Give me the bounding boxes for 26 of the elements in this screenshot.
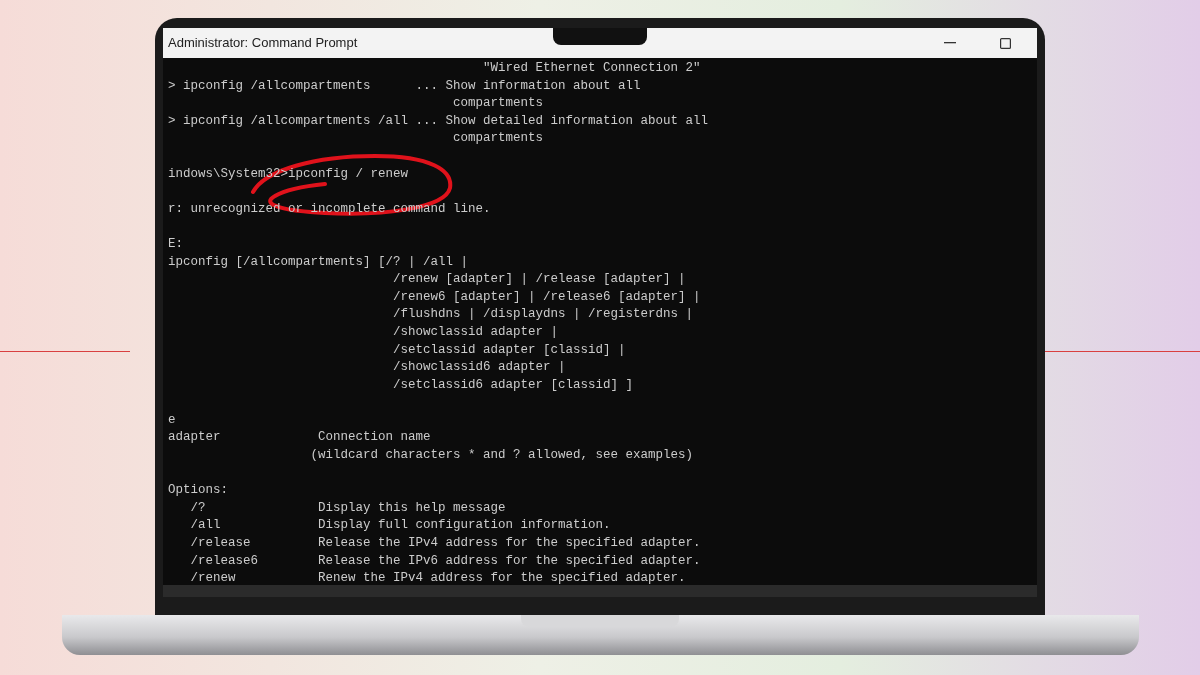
terminal-line: /showclassid adapter | — [392, 323, 559, 341]
terminal-line: compartments — [452, 95, 544, 113]
terminal-line: "Wired Ethernet Connection 2" — [482, 60, 701, 77]
minimize-icon[interactable] — [944, 42, 956, 44]
terminal-line: > ipconfig /allcompartments /all ... Show detailed information about all — [168, 112, 709, 130]
terminal-line: /showclassid6 adapter | — [392, 359, 566, 377]
terminal-line: e — [168, 411, 176, 429]
terminal-line: (wildcard characters * and ? allowed, see examples) — [309, 447, 694, 465]
terminal-line: /release Release the IPv4 address for the specified adapter. — [189, 535, 701, 553]
terminal-line: adapter Connection name — [168, 429, 431, 447]
terminal-line: /renew6 [adapter] | /release6 [adapter] | — [392, 288, 701, 306]
terminal-line: compartments — [452, 130, 544, 148]
maximize-icon[interactable] — [1000, 37, 1011, 49]
terminal-line: /? Display this help message — [189, 499, 506, 517]
terminal-line: /renew Renew the IPv4 address for the specified adapter. — [189, 570, 686, 588]
terminal-line: /setclassid6 adapter [classid] ] — [392, 376, 634, 394]
terminal-line: ipconfig [/allcompartments] [/? | /all | — [168, 253, 469, 271]
terminal-line: /all Display full configuration information. — [189, 517, 611, 535]
terminal-line: /release6 Release the IPv6 address for the specified adapter. — [189, 552, 701, 570]
terminal-line: E: — [168, 235, 183, 253]
terminal-line: /flushdns | /displaydns | /registerdns | — [392, 306, 694, 324]
window-title: Administrator: Command Prompt — [168, 34, 358, 53]
terminal-line: Options: — [168, 482, 228, 500]
terminal-line: /setclassid adapter [classid] | — [392, 341, 626, 359]
terminal-line: /renew [adapter] | /release [adapter] | — [392, 271, 686, 289]
terminal-line: > ipconfig /allcompartments ... Show information about all — [168, 77, 641, 95]
